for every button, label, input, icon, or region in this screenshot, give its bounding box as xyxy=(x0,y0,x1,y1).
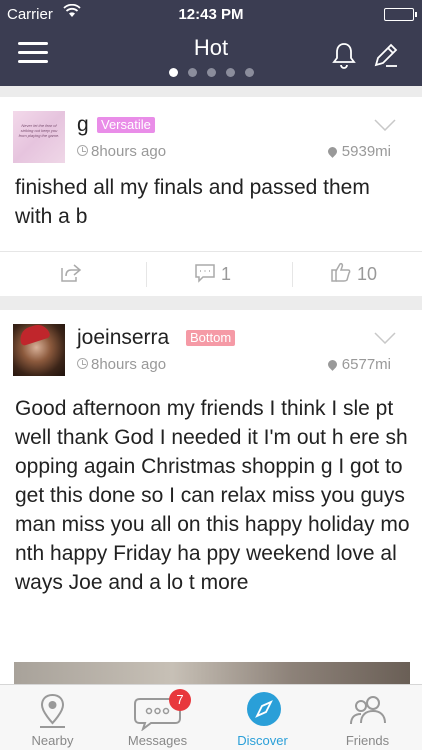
page-indicator[interactable] xyxy=(0,68,422,77)
share-button[interactable] xyxy=(60,252,82,297)
avatar-quote: Never let the fear of striking out keep … xyxy=(18,123,60,138)
tab-messages[interactable]: 7 Messages xyxy=(105,685,210,750)
tab-label: Discover xyxy=(237,733,288,748)
tab-bar: Nearby 7 Messages Discover Friends xyxy=(0,684,422,750)
comment-icon xyxy=(195,264,215,283)
tab-label: Messages xyxy=(127,733,188,748)
compass-icon xyxy=(247,692,281,726)
compose-pen-icon[interactable] xyxy=(372,41,400,74)
post-text: finished all my finals and passed them w… xyxy=(15,176,370,228)
chat-bubble-icon xyxy=(134,698,181,731)
like-count: 10 xyxy=(357,264,378,284)
page-title: Hot xyxy=(193,35,229,60)
tab-discover[interactable]: Discover xyxy=(210,685,315,750)
tab-friends[interactable]: Friends xyxy=(315,685,420,750)
chevron-down-icon[interactable] xyxy=(374,119,396,131)
chevron-down-icon[interactable] xyxy=(374,332,396,344)
divider xyxy=(292,262,293,287)
status-bar: Carrier 12:43 PM xyxy=(0,0,422,30)
username[interactable]: g xyxy=(77,113,89,137)
clock-time: 12:43 PM xyxy=(178,6,244,23)
top-bar: Carrier 12:43 PM Hot xyxy=(0,0,422,86)
location-pin-icon xyxy=(325,358,339,371)
username[interactable]: joeinserra xyxy=(77,326,169,350)
user-avatar[interactable] xyxy=(13,324,65,376)
share-icon xyxy=(61,264,82,282)
post-time: 8hours ago xyxy=(77,356,166,373)
page-dot[interactable] xyxy=(187,68,197,77)
page-dot[interactable] xyxy=(244,68,254,77)
notification-bell-icon[interactable] xyxy=(331,41,357,74)
friends-icon xyxy=(350,696,386,725)
tab-label: Nearby xyxy=(31,733,74,748)
comment-button[interactable]: 1 xyxy=(194,252,231,297)
distance: 6577mi xyxy=(325,356,391,373)
battery-icon xyxy=(384,8,417,21)
tab-nearby[interactable]: Nearby xyxy=(0,685,105,750)
clock-icon xyxy=(77,145,88,156)
location-pin-icon xyxy=(40,693,65,728)
page-dot[interactable] xyxy=(206,68,216,77)
user-avatar[interactable]: Never let the fear of striking out keep … xyxy=(13,111,65,163)
clock-icon xyxy=(77,358,88,369)
role-badge: Versatile xyxy=(97,117,155,133)
like-button[interactable]: 10 xyxy=(330,252,377,297)
location-pin-icon xyxy=(325,145,339,158)
page-dot[interactable] xyxy=(225,68,235,77)
comment-count: 1 xyxy=(221,264,232,284)
role-badge: Bottom xyxy=(186,330,236,346)
tab-label: Friends xyxy=(345,733,390,748)
post-card[interactable]: joeinserra Bottom 8hours ago 6577mi Good… xyxy=(0,310,422,690)
post-time: 8hours ago xyxy=(77,143,166,160)
post-card[interactable]: Never let the fear of striking out keep … xyxy=(0,97,422,296)
distance: 5939mi xyxy=(325,143,391,160)
unread-badge: 7 xyxy=(169,689,191,711)
thumbs-up-icon xyxy=(331,263,351,282)
page-dot[interactable] xyxy=(168,68,178,77)
divider xyxy=(146,262,147,287)
post-text: Good afternoon my friends I think I sle … xyxy=(15,397,410,594)
post-actions: 1 10 xyxy=(0,251,422,296)
